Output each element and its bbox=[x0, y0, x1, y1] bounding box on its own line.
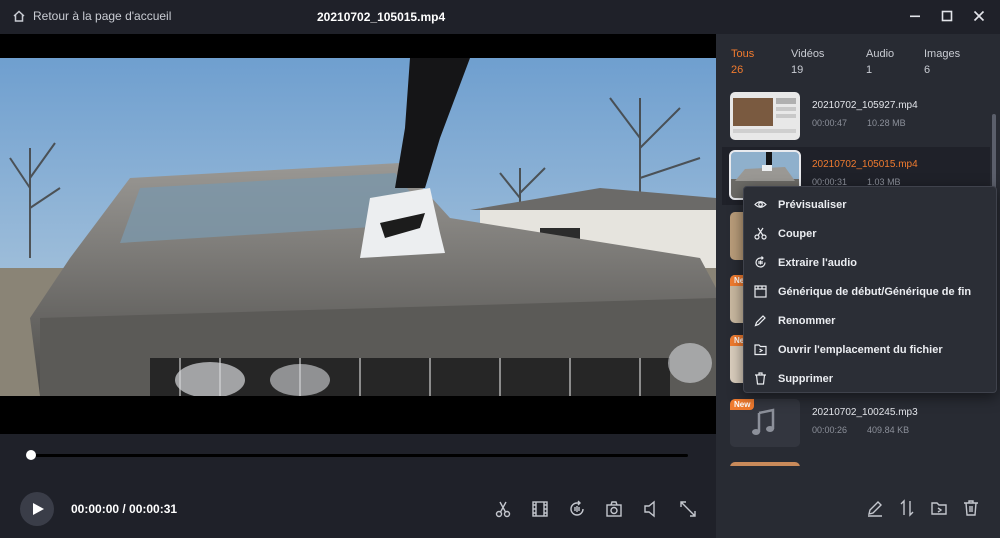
play-icon bbox=[33, 503, 44, 515]
sort-icon bbox=[900, 499, 914, 517]
file-item[interactable]: 20210702_105927.mp4 00:00:47 10.28 MB bbox=[722, 88, 990, 146]
scissors-icon bbox=[754, 227, 767, 240]
file-list-scrollbar[interactable] bbox=[992, 114, 996, 194]
audio-icon bbox=[755, 256, 766, 268]
fullscreen-icon bbox=[679, 500, 696, 517]
file-duration: 00:00:47 bbox=[812, 118, 848, 128]
tab-images[interactable]: Images 6 bbox=[920, 46, 986, 78]
fullscreen-button[interactable] bbox=[678, 499, 697, 518]
home-icon bbox=[13, 10, 25, 22]
tab-all-label: Tous bbox=[731, 48, 755, 60]
maximize-button[interactable] bbox=[940, 8, 954, 24]
close-icon bbox=[973, 10, 985, 22]
file-name: 20210702_105927.mp4 bbox=[812, 100, 918, 111]
file-duration: 00:00:26 bbox=[812, 425, 848, 435]
delete-button[interactable] bbox=[962, 499, 980, 517]
folder-icon bbox=[754, 344, 767, 356]
context-menu: Prévisualiser Couper Extraire l'audio Gé… bbox=[743, 186, 997, 393]
tab-audio[interactable]: Audio 1 bbox=[854, 46, 920, 78]
frames-button[interactable] bbox=[530, 499, 549, 518]
menu-item-credits[interactable]: Générique de début/Générique de fin bbox=[744, 277, 996, 306]
volume-icon bbox=[643, 500, 655, 517]
menu-item-preview-label: Prévisualiser bbox=[778, 198, 847, 211]
credits-icon bbox=[754, 285, 767, 298]
eye-icon bbox=[754, 201, 767, 208]
tab-audio-count: 1 bbox=[866, 64, 873, 76]
pencil-icon bbox=[754, 315, 766, 327]
maximize-icon bbox=[941, 10, 953, 22]
tab-images-count: 6 bbox=[924, 64, 931, 76]
menu-item-rename-label: Renommer bbox=[778, 314, 836, 327]
cut-icon bbox=[495, 501, 510, 517]
rename-button[interactable] bbox=[866, 499, 884, 517]
play-button[interactable] bbox=[20, 492, 54, 526]
player-toolbar bbox=[493, 499, 697, 518]
timecode: 00:00:00 / 00:00:31 bbox=[71, 502, 178, 516]
new-badge: New bbox=[730, 399, 755, 410]
panel-toolbar bbox=[866, 499, 980, 517]
seek-handle[interactable] bbox=[26, 450, 36, 460]
app-window: Retour à la page d'accueil 20210702_1050… bbox=[0, 0, 1000, 538]
menu-item-rename[interactable]: Renommer bbox=[744, 306, 996, 335]
tab-videos-count: 19 bbox=[791, 64, 804, 76]
frames-icon bbox=[531, 500, 548, 517]
menu-item-open-location[interactable]: Ouvrir l'emplacement du fichier bbox=[744, 335, 996, 364]
file-size: 10.28 MB bbox=[867, 118, 906, 128]
file-thumbnail bbox=[730, 462, 800, 466]
menu-item-extract-audio-label: Extraire l'audio bbox=[778, 256, 858, 269]
video-frame bbox=[0, 58, 716, 396]
tab-audio-label: Audio bbox=[866, 48, 895, 60]
audio-extract-icon bbox=[569, 500, 584, 516]
back-home-label: Retour à la page d'accueil bbox=[33, 9, 172, 23]
menu-item-cut[interactable]: Couper bbox=[744, 219, 996, 248]
menu-item-delete-label: Supprimer bbox=[778, 372, 834, 385]
file-size: 409.84 KB bbox=[867, 425, 910, 435]
file-thumbnail: New bbox=[730, 399, 800, 447]
file-title: 20210702_105015.mp4 bbox=[317, 10, 446, 24]
cut-button[interactable] bbox=[493, 499, 512, 518]
sort-button[interactable] bbox=[898, 499, 916, 517]
file-thumbnail bbox=[730, 92, 800, 140]
tab-all[interactable]: Tous 26 bbox=[716, 46, 782, 78]
volume-button[interactable] bbox=[641, 499, 660, 518]
menu-item-credits-label: Générique de début/Générique de fin bbox=[778, 285, 972, 298]
folder-icon bbox=[931, 502, 947, 515]
tab-images-label: Images bbox=[924, 48, 961, 60]
menu-item-cut-label: Couper bbox=[778, 227, 817, 240]
minimize-button[interactable] bbox=[908, 8, 922, 24]
seek-bar[interactable] bbox=[26, 450, 688, 460]
video-preview[interactable] bbox=[0, 34, 716, 434]
trash-icon bbox=[755, 372, 766, 385]
back-home-button[interactable]: Retour à la page d'accueil bbox=[12, 9, 171, 23]
menu-item-open-location-label: Ouvrir l'emplacement du fichier bbox=[778, 343, 943, 356]
file-item[interactable] bbox=[722, 458, 990, 466]
snapshot-button[interactable] bbox=[604, 499, 623, 518]
pencil-icon bbox=[868, 501, 882, 517]
file-name: 20210702_105015.mp4 bbox=[812, 159, 918, 170]
media-tabs: Tous 26 Vidéos 19 Audio 1 Images 6 bbox=[716, 46, 1000, 78]
menu-item-delete[interactable]: Supprimer bbox=[744, 364, 996, 393]
open-folder-button[interactable] bbox=[930, 499, 948, 517]
menu-item-preview[interactable]: Prévisualiser bbox=[744, 190, 996, 219]
menu-item-extract-audio[interactable]: Extraire l'audio bbox=[744, 248, 996, 277]
tab-videos-label: Vidéos bbox=[791, 48, 825, 60]
trash-icon bbox=[964, 500, 978, 516]
tab-videos[interactable]: Vidéos 19 bbox=[782, 46, 854, 78]
audio-extract-button[interactable] bbox=[567, 499, 586, 518]
tab-all-count: 26 bbox=[731, 64, 744, 76]
minimize-icon bbox=[910, 15, 920, 18]
snapshot-icon bbox=[605, 500, 622, 517]
file-name: 20210702_100245.mp3 bbox=[812, 407, 918, 418]
title-bar: Retour à la page d'accueil 20210702_1050… bbox=[0, 0, 1000, 34]
close-button[interactable] bbox=[972, 8, 986, 24]
file-item[interactable]: New 20210702_100245.mp3 00:00:26 409.84 … bbox=[722, 395, 990, 453]
